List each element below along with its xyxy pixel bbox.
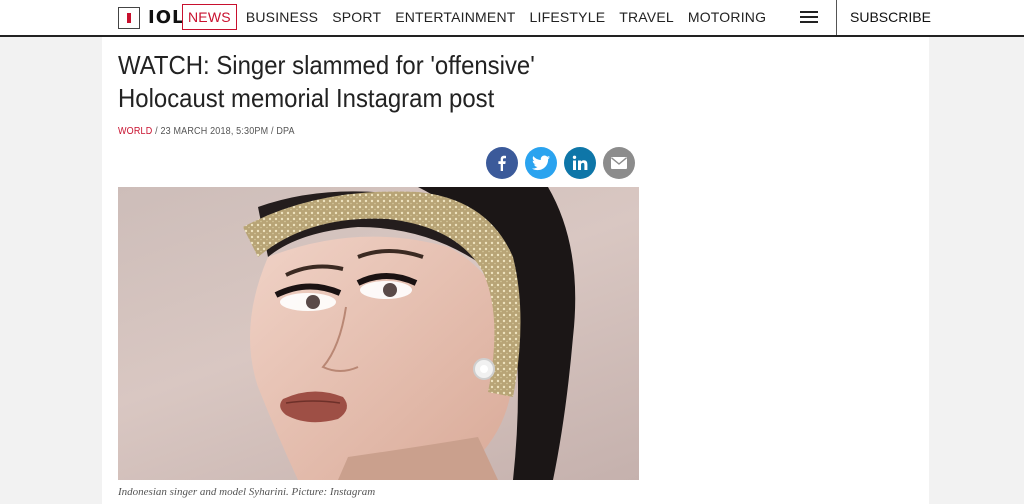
twitter-share-button[interactable]	[525, 147, 557, 179]
nav-lifestyle[interactable]: LIFESTYLE	[523, 5, 613, 29]
nav-news[interactable]: NEWS	[182, 4, 237, 30]
twitter-icon	[532, 155, 550, 171]
site-logo[interactable]: IOL	[148, 7, 184, 28]
linkedin-share-button[interactable]	[564, 147, 596, 179]
subscribe-button[interactable]: SUBSCRIBE	[850, 9, 931, 25]
share-buttons	[486, 147, 635, 179]
nav-travel[interactable]: TRAVEL	[612, 5, 681, 29]
hamburger-menu-icon[interactable]	[800, 11, 818, 25]
nav-entertainment[interactable]: ENTERTAINMENT	[388, 5, 522, 29]
facebook-share-button[interactable]	[486, 147, 518, 179]
email-icon	[611, 157, 627, 169]
main-nav: NEWS BUSINESS SPORT ENTERTAINMENT LIFEST…	[182, 4, 773, 30]
category-link[interactable]: WORLD	[118, 126, 152, 137]
header-divider	[836, 0, 837, 35]
article-byline: WORLD / 23 MARCH 2018, 5:30PM / DPA	[118, 126, 295, 137]
article-headline: WATCH: Singer slammed for 'offensive' Ho…	[118, 50, 535, 113]
article-meta: / 23 MARCH 2018, 5:30PM / DPA	[152, 126, 295, 137]
top-navigation-bar: IOL NEWS BUSINESS SPORT ENTERTAINMENT LI…	[0, 0, 1024, 37]
nav-business[interactable]: BUSINESS	[239, 5, 325, 29]
nav-motoring[interactable]: MOTORING	[681, 5, 773, 29]
image-caption: Indonesian singer and model Syharini. Pi…	[118, 486, 376, 498]
article-container: WATCH: Singer slammed for 'offensive' Ho…	[102, 37, 929, 504]
singer-portrait-photo	[243, 187, 576, 480]
facebook-icon	[498, 155, 506, 171]
article-hero-image[interactable]	[118, 187, 639, 480]
nav-sport[interactable]: SPORT	[325, 5, 388, 29]
linkedin-icon	[572, 155, 588, 170]
iol-logo-icon[interactable]	[118, 7, 140, 29]
email-share-button[interactable]	[603, 147, 635, 179]
